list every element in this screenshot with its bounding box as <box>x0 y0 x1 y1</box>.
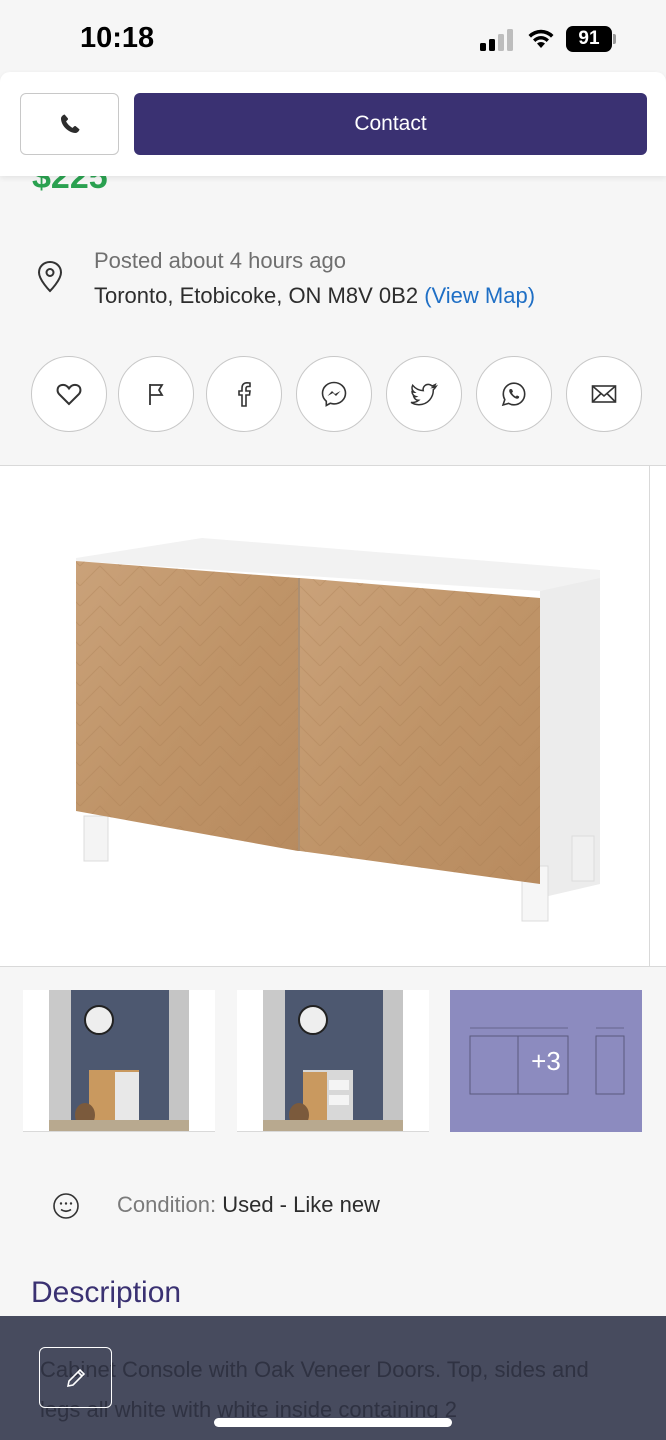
share-twitter-button[interactable] <box>386 356 462 432</box>
share-facebook-button[interactable] <box>206 356 282 432</box>
pencil-icon <box>66 1368 85 1387</box>
room-photo-open-thumbnail <box>237 990 429 1131</box>
thumbnail-1[interactable] <box>23 990 215 1132</box>
whatsapp-icon <box>501 382 526 407</box>
status-bar: 10:18 91 <box>0 0 666 80</box>
contact-button[interactable]: Contact <box>134 93 647 155</box>
call-button[interactable] <box>20 93 119 155</box>
flag-icon <box>149 384 164 405</box>
condition-label: Condition: <box>117 1192 217 1217</box>
facebook-icon <box>238 381 251 407</box>
mail-icon <box>591 385 617 403</box>
view-map-link[interactable]: (View Map) <box>424 283 535 308</box>
share-whatsapp-button[interactable] <box>476 356 552 432</box>
condition-icon <box>53 1193 79 1219</box>
report-button[interactable] <box>118 356 194 432</box>
status-time: 10:18 <box>80 22 155 54</box>
more-photos-count: +3 <box>531 1045 561 1076</box>
location-pin-icon <box>37 260 63 293</box>
share-email-button[interactable] <box>566 356 642 432</box>
condition-value: Used - Like new <box>222 1192 380 1217</box>
thumbnail-more[interactable]: +3 <box>450 990 642 1132</box>
description-heading: Description <box>31 1276 182 1309</box>
action-bar: Contact <box>0 72 666 176</box>
cabinet-photo <box>76 538 600 922</box>
share-messenger-button[interactable] <box>296 356 372 432</box>
main-product-image[interactable] <box>0 465 666 967</box>
phone-icon <box>60 114 79 133</box>
condition-row: Condition: Used - Like new <box>117 1192 380 1218</box>
location-text: Toronto, Etobicoke, ON M8V 0B2 <box>94 283 419 308</box>
battery-level: 91 <box>566 26 612 52</box>
thumbnail-strip: +3 <box>0 990 666 1132</box>
share-row <box>31 356 643 434</box>
wifi-icon <box>528 29 554 48</box>
thumbnail-2[interactable] <box>237 990 429 1132</box>
favorite-button[interactable] <box>31 356 107 432</box>
posted-time: Posted about 4 hours ago <box>94 248 346 273</box>
edit-button[interactable] <box>39 1347 112 1408</box>
listing-location: Toronto, Etobicoke, ON M8V 0B2 (View Map… <box>94 283 535 309</box>
home-indicator[interactable] <box>214 1418 452 1427</box>
heart-icon <box>56 383 82 406</box>
cellular-signal-icon <box>480 29 513 51</box>
room-photo-thumbnail <box>23 990 215 1131</box>
battery-icon: 91 <box>566 26 616 52</box>
twitter-icon <box>410 382 439 406</box>
messenger-icon <box>321 381 347 407</box>
